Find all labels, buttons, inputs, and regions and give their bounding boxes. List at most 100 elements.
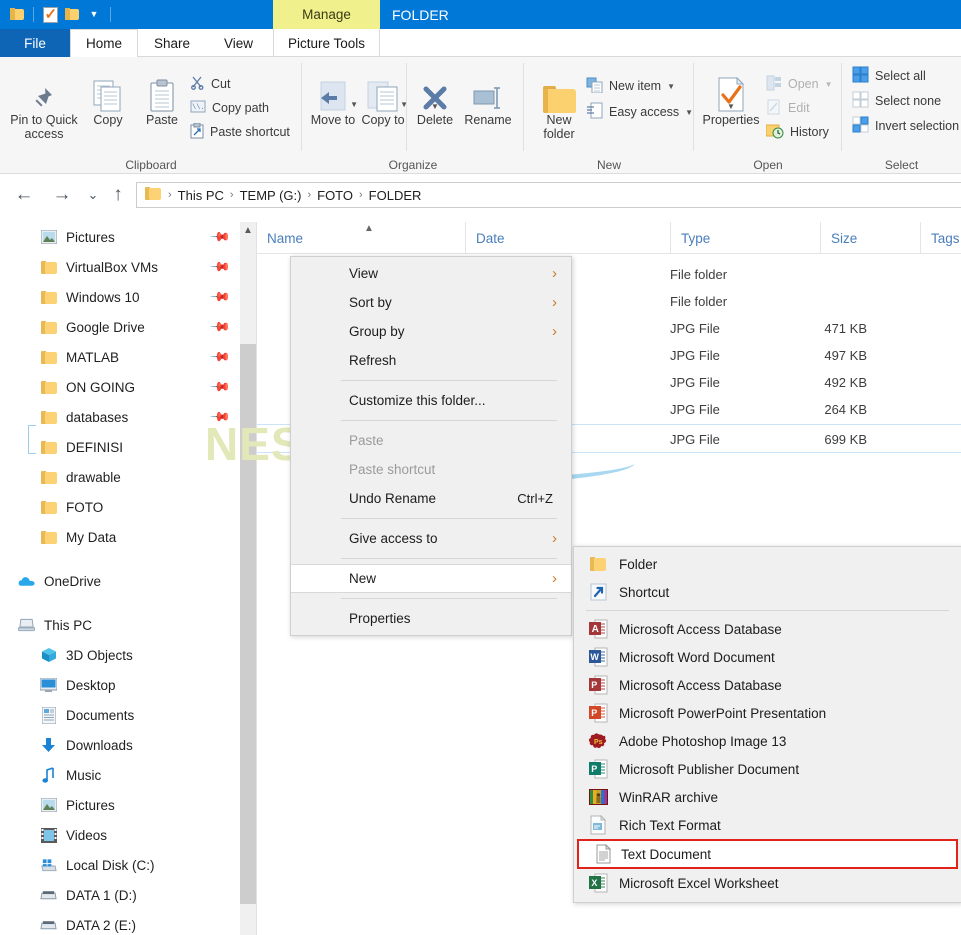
column-header-size[interactable]: Size [820, 222, 920, 254]
copy-button[interactable]: Copy [82, 71, 134, 127]
tab-share[interactable]: Share [138, 29, 206, 57]
address-bar[interactable]: › This PC › TEMP (G:) › FOTO › FOLDER [136, 182, 961, 208]
submenu-item-folder[interactable]: Folder [574, 550, 961, 578]
paste-shortcut-button[interactable]: Paste shortcut [190, 121, 290, 143]
sidebar-item-desktop[interactable]: Desktop [0, 670, 238, 700]
context-menu-item-group-by[interactable]: Group by › [291, 317, 571, 346]
copy-to-button[interactable]: Copy to ▼ [358, 71, 408, 127]
sidebar-item-videos[interactable]: Videos [0, 820, 238, 850]
sidebar-item-onedrive[interactable]: OneDrive [0, 566, 238, 596]
sidebar-item-data-1-d[interactable]: DATA 1 (D:) [0, 880, 238, 910]
pin-icon[interactable]: 📌 [209, 376, 231, 399]
column-header-name[interactable]: Name ▲ [257, 222, 465, 254]
tab-file[interactable]: File [0, 29, 70, 57]
pin-icon[interactable]: 📌 [209, 316, 231, 339]
breadcrumb-temp-g[interactable]: TEMP (G:) [235, 188, 307, 203]
navigation-pane[interactable]: Pictures 📌 VirtualBox VMs 📌 Windows 10 📌… [0, 222, 238, 935]
context-menu-item-properties[interactable]: Properties [291, 604, 571, 633]
contextual-tab-manage[interactable]: Manage [273, 0, 380, 29]
column-header-type[interactable]: Type [670, 222, 820, 254]
sidebar-item-this-pc[interactable]: This PC [0, 610, 238, 640]
column-header-tags[interactable]: Tags [920, 222, 961, 254]
submenu-item-text-document[interactable]: Text Document [577, 839, 958, 869]
context-menu[interactable]: View › Sort by › Group by › Refresh Cust… [290, 256, 572, 636]
history-button[interactable]: History [765, 121, 829, 143]
chevron-down-icon-3[interactable]: ▼ [431, 100, 439, 114]
context-menu-item-refresh[interactable]: Refresh [291, 346, 571, 375]
new-folder-icon[interactable] [61, 4, 83, 26]
context-menu-item-undo-rename[interactable]: Undo Rename Ctrl+Z [291, 484, 571, 513]
context-menu-item-customize-this-folder[interactable]: Customize this folder... [291, 386, 571, 415]
submenu-item-shortcut[interactable]: Shortcut [574, 578, 961, 606]
pin-icon[interactable]: 📌 [209, 256, 231, 279]
select-none-button[interactable]: Select none [852, 90, 941, 112]
sidebar-item-downloads[interactable]: Downloads [0, 730, 238, 760]
move-to-button[interactable]: Move to ▼ [308, 71, 358, 127]
select-all-button[interactable]: Select all [852, 65, 926, 87]
sidebar-item-3d-objects[interactable]: 3D Objects [0, 640, 238, 670]
cut-button[interactable]: Cut [190, 73, 230, 95]
scroll-up-icon[interactable]: ▲ [240, 222, 256, 239]
quick-access-toolbar[interactable]: ✓ ▼ [0, 0, 116, 29]
customize-caret-icon[interactable]: ▼ [83, 4, 105, 26]
tab-picture-tools[interactable]: Picture Tools [273, 29, 380, 57]
submenu-item-winrar-archive[interactable]: WinRAR archive [574, 783, 961, 811]
column-header-date[interactable]: Date [465, 222, 670, 254]
sidebar-item-pictures[interactable]: Pictures [0, 790, 238, 820]
sidebar-scrollbar[interactable]: ▲ [240, 222, 256, 935]
sidebar-item-google-drive[interactable]: Google Drive 📌 [0, 312, 238, 342]
up-button[interactable]: ↑ [106, 182, 130, 208]
open-button[interactable]: Open ▼ [766, 73, 833, 95]
submenu-item-microsoft-publisher-document[interactable]: P Microsoft Publisher Document [574, 755, 961, 783]
back-button[interactable]: ← [10, 182, 38, 208]
tab-home[interactable]: Home [70, 29, 138, 57]
chevron-down-icon-properties[interactable]: ▼ [727, 100, 735, 114]
forward-button[interactable]: → [48, 182, 76, 208]
sidebar-item-pictures-qa[interactable]: Pictures 📌 [0, 222, 238, 252]
copy-path-button[interactable]: \\.. Copy path [190, 97, 269, 119]
context-menu-item-sort-by[interactable]: Sort by › [291, 288, 571, 317]
edit-button[interactable]: Edit [766, 97, 810, 119]
pin-icon[interactable]: 📌 [209, 346, 231, 369]
submenu-item-microsoft-excel-worksheet[interactable]: X Microsoft Excel Worksheet [574, 869, 961, 897]
submenu-item-microsoft-powerpoint-presentation[interactable]: P Microsoft PowerPoint Presentation [574, 699, 961, 727]
sidebar-item-matlab[interactable]: MATLAB 📌 [0, 342, 238, 372]
pin-icon[interactable]: 📌 [209, 286, 231, 309]
sidebar-item-local-disk-c[interactable]: Local Disk (C:) [0, 850, 238, 880]
chevron-down-icon[interactable]: ▼ [350, 98, 358, 112]
sidebar-item-virtualbox-vms[interactable]: VirtualBox VMs 📌 [0, 252, 238, 282]
easy-access-button[interactable]: Easy access ▼ [586, 101, 693, 123]
sidebar-item-drawable[interactable]: drawable [0, 462, 238, 492]
breadcrumb-this-pc[interactable]: This PC [173, 188, 229, 203]
new-submenu[interactable]: Folder Shortcut A Microsoft Access Datab… [573, 546, 961, 903]
chevron-down-icon-new-item[interactable]: ▼ [667, 82, 675, 91]
tab-view[interactable]: View [206, 29, 271, 57]
sidebar-item-on-going[interactable]: ON GOING 📌 [0, 372, 238, 402]
chevron-down-icon-easy-access[interactable]: ▼ [685, 108, 693, 117]
pin-to-quick-access-button[interactable]: Pin to Quick access [8, 71, 80, 141]
pin-icon[interactable]: 📌 [209, 406, 231, 429]
folder-icon[interactable] [6, 4, 28, 26]
sidebar-item-foto[interactable]: FOTO [0, 492, 238, 522]
pin-icon[interactable]: 📌 [209, 226, 231, 249]
new-item-button[interactable]: New item ▼ [586, 75, 675, 97]
delete-button[interactable]: Delete ▼ [410, 71, 460, 127]
sidebar-item-my-data[interactable]: My Data [0, 522, 238, 552]
breadcrumb-folder[interactable]: FOLDER [364, 188, 427, 203]
submenu-item-microsoft-word-document[interactable]: W Microsoft Word Document [574, 643, 961, 671]
submenu-item-adobe-photoshop-image-13[interactable]: Ps Adobe Photoshop Image 13 [574, 727, 961, 755]
invert-selection-button[interactable]: Invert selection [852, 115, 959, 137]
sidebar-item-data-2-e[interactable]: DATA 2 (E:) [0, 910, 238, 935]
context-menu-item-give-access-to[interactable]: Give access to › [291, 524, 571, 553]
properties-check-icon[interactable]: ✓ [39, 4, 61, 26]
scrollbar-thumb[interactable] [240, 344, 256, 904]
paste-button[interactable]: Paste [134, 71, 190, 127]
context-menu-item-new[interactable]: New › [291, 564, 571, 593]
context-menu-item-view[interactable]: View › [291, 259, 571, 288]
new-folder-button[interactable]: New folder [532, 71, 586, 141]
sidebar-item-windows-10[interactable]: Windows 10 📌 [0, 282, 238, 312]
sidebar-item-music[interactable]: Music [0, 760, 238, 790]
recent-locations-button[interactable]: ⌄ [82, 182, 104, 208]
chevron-down-icon-open[interactable]: ▼ [825, 80, 833, 89]
properties-button[interactable]: Properties ▼ [698, 71, 764, 127]
